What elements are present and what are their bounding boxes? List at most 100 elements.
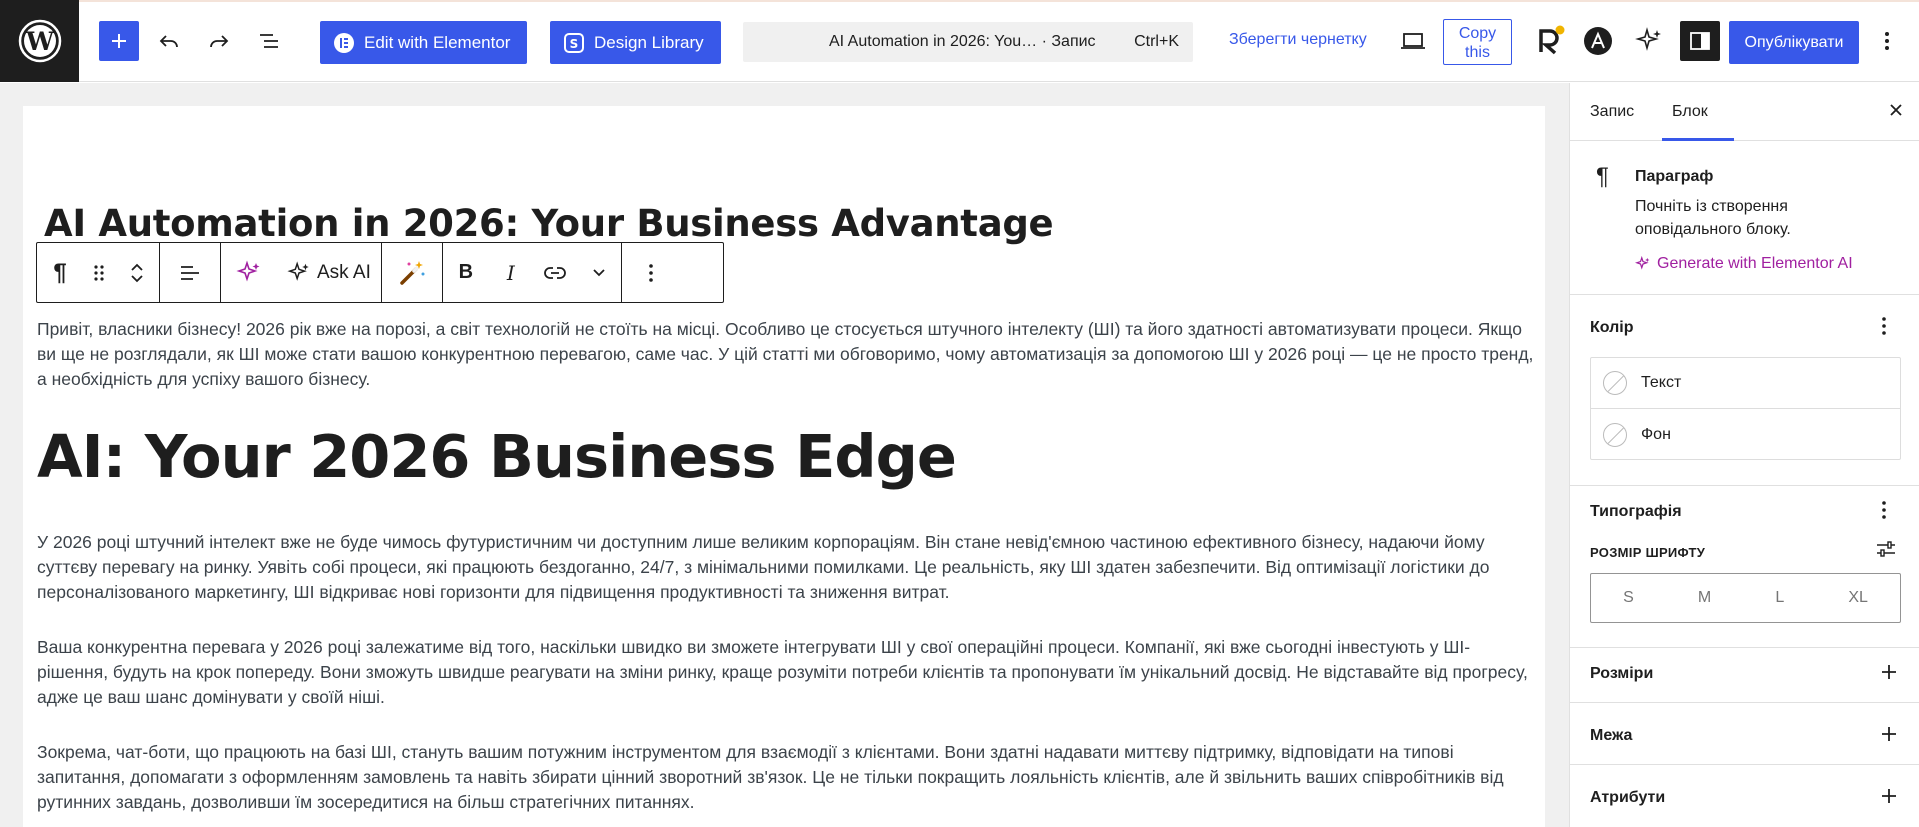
- block-card: ¶ Параграф Почніть із створення оповідал…: [1570, 141, 1919, 295]
- paragraph-block[interactable]: Привіт, власники бізнесу! 2026 рік вже н…: [37, 317, 1537, 392]
- options-button[interactable]: [1867, 21, 1907, 61]
- magic-wand-icon: [400, 260, 425, 285]
- background-color-option[interactable]: Фон: [1591, 409, 1900, 460]
- font-size-option-m[interactable]: M: [1698, 589, 1711, 607]
- color-panel-options-button[interactable]: [1880, 315, 1888, 343]
- more-vertical-icon: [649, 263, 653, 282]
- copy-this-button[interactable]: Copy this: [1443, 19, 1512, 65]
- block-toolbar: ¶ Ask AI B I: [36, 242, 724, 303]
- tab-block[interactable]: Блок: [1672, 103, 1708, 121]
- elementor-icon: [334, 32, 354, 53]
- undo-button[interactable]: [149, 21, 189, 61]
- more-formatting-button[interactable]: [577, 249, 621, 297]
- generate-with-elementor-ai-link[interactable]: Generate with Elementor AI: [1635, 255, 1853, 273]
- copy-label-line2: this: [1465, 44, 1490, 61]
- ask-ai-button[interactable]: Ask AI: [277, 249, 381, 297]
- panel-divider: [1570, 764, 1919, 765]
- wordpress-logo-button[interactable]: W: [0, 0, 79, 82]
- command-palette-button[interactable]: AI Automation in 2026: You… · Запис Ctrl…: [743, 22, 1193, 62]
- move-block-buttons[interactable]: [115, 249, 159, 297]
- paragraph-block[interactable]: Зокрема, чат-боти, що працюють на базі Ш…: [37, 740, 1537, 815]
- redo-button[interactable]: [199, 21, 239, 61]
- paragraph-block[interactable]: У 2026 році штучний інтелект вже не буде…: [37, 530, 1537, 605]
- plus-icon: [112, 34, 126, 48]
- plus-icon: [1882, 789, 1896, 803]
- document-overview-button[interactable]: [249, 21, 289, 61]
- paragraph-block[interactable]: Ваша конкурентна перевага у 2026 році за…: [37, 635, 1537, 710]
- dimensions-panel-title[interactable]: Розміри: [1590, 665, 1653, 683]
- panel-divider: [1570, 702, 1919, 703]
- add-dimensions-button[interactable]: [1880, 661, 1898, 687]
- sidebar-tabs: Запис Блок: [1570, 83, 1919, 141]
- elementor-ai-button[interactable]: [221, 249, 277, 297]
- font-size-option-l[interactable]: L: [1775, 589, 1784, 607]
- settings-sidebar: Запис Блок ¶ Параграф Почніть із створен…: [1569, 83, 1919, 827]
- block-name: Параграф: [1635, 168, 1714, 185]
- more-vertical-icon: [1885, 32, 1889, 50]
- add-attributes-button[interactable]: [1880, 785, 1898, 811]
- align-text-button[interactable]: [160, 249, 220, 297]
- font-size-option-s[interactable]: S: [1623, 589, 1634, 607]
- panel-divider: [1570, 647, 1919, 648]
- ask-ai-label: Ask AI: [317, 261, 371, 283]
- publish-button[interactable]: Опублікувати: [1729, 21, 1859, 64]
- sidebar-icon: [1690, 32, 1710, 50]
- text-color-label: Текст: [1641, 374, 1682, 391]
- border-panel-title[interactable]: Межа: [1590, 727, 1632, 745]
- preview-button[interactable]: [1393, 21, 1433, 61]
- close-sidebar-button[interactable]: [1888, 101, 1904, 124]
- add-border-button[interactable]: [1880, 723, 1898, 749]
- custom-font-size-toggle[interactable]: [1876, 538, 1896, 564]
- astra-button[interactable]: [1578, 21, 1618, 61]
- block-options-button[interactable]: [622, 249, 680, 297]
- save-draft-button[interactable]: Зберегти чернетку: [1229, 31, 1367, 49]
- more-vertical-icon: [1882, 501, 1886, 519]
- edit-with-elementor-label: Edit with Elementor: [364, 32, 511, 52]
- chevron-down-icon: [131, 274, 143, 282]
- edit-with-elementor-button[interactable]: Edit with Elementor: [320, 21, 527, 64]
- rank-math-button[interactable]: [1530, 21, 1570, 61]
- drag-handle-icon: [94, 264, 104, 281]
- more-vertical-icon: [1882, 317, 1886, 335]
- magic-wand-button[interactable]: [382, 249, 442, 297]
- block-toolbar-group-format: B I: [443, 243, 622, 302]
- svg-text:S: S: [570, 37, 579, 51]
- block-type-button[interactable]: ¶: [37, 249, 83, 297]
- panel-divider: [1570, 485, 1919, 486]
- font-size-picker: S M L XL: [1590, 573, 1901, 623]
- sparkles-icon: [1635, 27, 1661, 51]
- empty-color-swatch-icon: [1603, 371, 1627, 395]
- post-title[interactable]: AI Automation in 2026: Your Business Adv…: [44, 202, 1054, 245]
- design-library-button[interactable]: S Design Library: [550, 21, 721, 64]
- add-block-button[interactable]: [99, 21, 139, 61]
- list-view-icon: [260, 34, 278, 48]
- editor-canvas: AI Automation in 2026: Your Business Adv…: [23, 106, 1545, 827]
- chevron-up-icon: [131, 263, 143, 271]
- plus-icon: [1882, 665, 1896, 679]
- bold-button[interactable]: B: [443, 249, 489, 297]
- heading-block[interactable]: AI: Your 2026 Business Edge: [37, 422, 957, 491]
- typography-panel-options-button[interactable]: [1880, 499, 1888, 527]
- paragraph-icon: ¶: [1596, 163, 1609, 190]
- settings-sliders-icon: [1877, 541, 1895, 557]
- attributes-panel-title[interactable]: Атрибути: [1590, 789, 1665, 807]
- ai-sparkles-icon: [236, 259, 260, 282]
- tab-post[interactable]: Запис: [1590, 103, 1634, 121]
- font-size-label: РОЗМІР ШРИФТУ: [1590, 545, 1706, 560]
- typography-panel-title: Типографія: [1590, 503, 1682, 520]
- ai-assistant-button[interactable]: [1629, 21, 1669, 61]
- italic-button[interactable]: I: [489, 249, 533, 297]
- font-size-option-xl[interactable]: XL: [1848, 589, 1868, 607]
- link-button[interactable]: [533, 249, 577, 297]
- editor-canvas-area: AI Automation in 2026: Your Business Adv…: [0, 83, 1569, 827]
- drag-handle[interactable]: [83, 249, 115, 297]
- settings-sidebar-toggle[interactable]: [1680, 21, 1720, 61]
- background-color-label: Фон: [1641, 425, 1671, 443]
- color-panel-title: Колір: [1590, 319, 1634, 336]
- redo-icon: [210, 35, 229, 48]
- copy-label-line1: Copy: [1458, 25, 1497, 42]
- sparkles-icon: [287, 260, 309, 281]
- astra-icon: [1584, 27, 1612, 55]
- link-icon: [544, 266, 566, 279]
- text-color-option[interactable]: Текст: [1591, 358, 1900, 409]
